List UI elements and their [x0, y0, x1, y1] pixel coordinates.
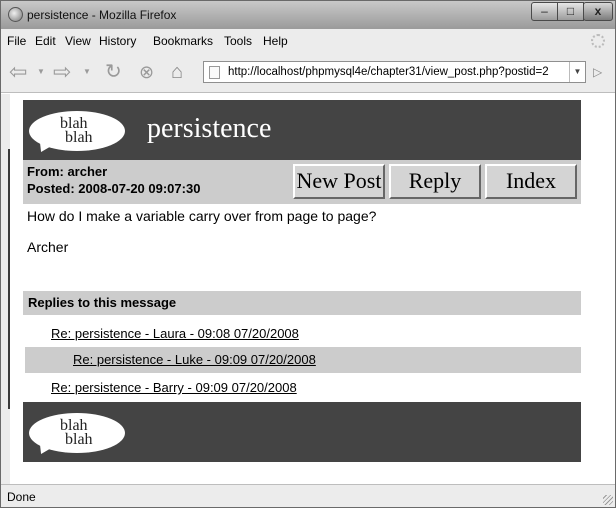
- menu-file[interactable]: File: [7, 34, 26, 48]
- page-content: blah blah persistence From: archer Poste…: [10, 94, 615, 484]
- window-title: persistence - Mozilla Firefox: [27, 8, 177, 22]
- footer-logo-bubble: blah blah: [29, 413, 125, 453]
- menu-tools[interactable]: Tools: [224, 34, 252, 48]
- menu-edit[interactable]: Edit: [35, 34, 56, 48]
- stop-icon[interactable]: ⊗: [139, 63, 154, 81]
- reply-button[interactable]: Reply: [389, 164, 481, 199]
- reply-link-luke[interactable]: Re: persistence - Luke - 09:09 07/20/200…: [73, 352, 316, 367]
- post-header-bar: From: archer Posted: 2008-07-20 09:07:30…: [23, 160, 581, 204]
- address-bar[interactable]: http://localhost/phpmysql4e/chapter31/vi…: [203, 61, 586, 83]
- menu-bookmarks[interactable]: Bookmarks: [153, 34, 213, 48]
- status-text: Done: [7, 490, 36, 504]
- go-arrow-icon[interactable]: ▷: [593, 65, 602, 79]
- maximize-button[interactable]: □: [557, 2, 584, 21]
- site-title: persistence: [147, 113, 272, 144]
- loading-throbber-icon: [591, 34, 605, 48]
- message-author: Archer: [27, 239, 69, 255]
- menu-view[interactable]: View: [65, 34, 91, 48]
- menu-history[interactable]: History: [99, 34, 136, 48]
- minimize-button[interactable]: –: [531, 2, 558, 21]
- status-bar: Done: [1, 484, 615, 507]
- message-body: How do I make a variable carry over from…: [27, 208, 377, 224]
- reply-link-laura[interactable]: Re: persistence - Laura - 09:08 07/20/20…: [51, 326, 299, 341]
- address-dropdown-icon[interactable]: ▼: [569, 62, 585, 82]
- post-date: Posted: 2008-07-20 09:07:30: [27, 181, 201, 196]
- new-post-button[interactable]: New Post: [293, 164, 385, 199]
- footer-logo-line-2: blah: [65, 431, 93, 448]
- browser-window: persistence - Mozilla Firefox – □ x File…: [0, 0, 616, 508]
- forward-dropdown-icon[interactable]: ▼: [83, 67, 91, 76]
- reload-icon[interactable]: ↻: [105, 62, 122, 82]
- header-banner: blah blah persistence: [23, 100, 581, 160]
- forward-arrow-icon[interactable]: ⇨: [53, 61, 71, 83]
- title-bar: persistence - Mozilla Firefox – □ x: [1, 1, 615, 29]
- menu-help[interactable]: Help: [263, 34, 288, 48]
- address-url[interactable]: http://localhost/phpmysql4e/chapter31/vi…: [228, 66, 549, 78]
- firefox-icon: [8, 7, 23, 22]
- footer-banner: blah blah: [23, 402, 581, 462]
- post-meta: From: archer Posted: 2008-07-20 09:07:30: [27, 163, 200, 197]
- reply-row: Re: persistence - Luke - 09:09 07/20/200…: [25, 347, 581, 373]
- post-from: From: archer: [27, 164, 108, 179]
- page-icon: [209, 66, 220, 79]
- replies-heading: Replies to this message: [28, 295, 177, 310]
- reply-row: Re: persistence - Barry - 09:09 07/20/20…: [23, 376, 581, 402]
- reply-row: Re: persistence - Laura - 09:08 07/20/20…: [23, 321, 581, 347]
- reply-link-barry[interactable]: Re: persistence - Barry - 09:09 07/20/20…: [51, 380, 297, 395]
- sidebar-edge: [1, 94, 10, 484]
- navigation-toolbar: ⇦ ▼ ⇨ ▼ ↻ ⊗ ⌂ http://localhost/phpmysql4…: [1, 53, 615, 93]
- footer-logo-text: blah blah: [55, 418, 93, 448]
- home-icon[interactable]: ⌂: [171, 62, 183, 82]
- close-button[interactable]: x: [583, 2, 613, 21]
- back-arrow-icon[interactable]: ⇦: [9, 61, 27, 83]
- back-dropdown-icon[interactable]: ▼: [37, 67, 45, 76]
- resize-grip-icon[interactable]: [603, 495, 613, 505]
- replies-heading-bar: Replies to this message: [23, 291, 581, 315]
- logo-bubble: blah blah: [29, 111, 125, 151]
- menu-bar: File Edit View History Bookmarks Tools H…: [1, 29, 615, 53]
- logo-text: blah blah: [55, 116, 93, 146]
- logo-line-2: blah: [65, 129, 93, 146]
- index-button[interactable]: Index: [485, 164, 577, 199]
